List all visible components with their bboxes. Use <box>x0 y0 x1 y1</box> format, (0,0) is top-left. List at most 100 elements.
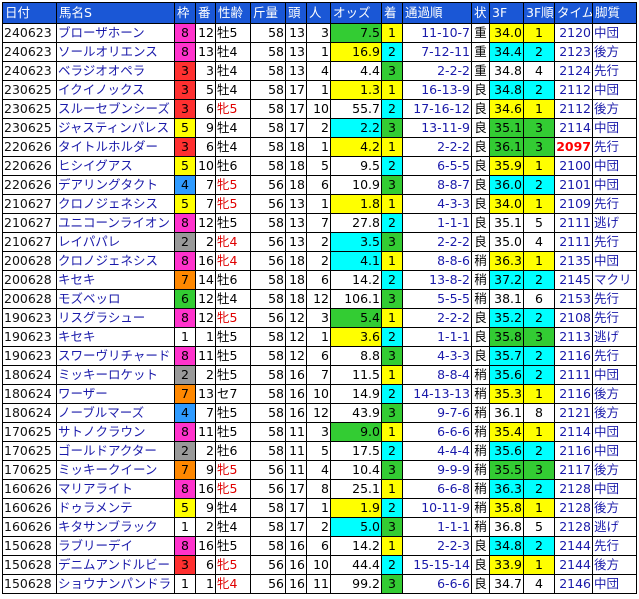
cell-track-condition: 重 <box>471 23 490 43</box>
cell-running-style: 中団 <box>592 365 637 385</box>
cell-finish: 3 <box>381 517 403 537</box>
cell-running-style: 中団 <box>592 80 637 100</box>
header-number: 番 <box>195 2 216 24</box>
cell-running-style: 逃げ <box>592 213 637 233</box>
cell-number: 6 <box>195 137 216 157</box>
cell-odds: 1.9 <box>330 498 382 518</box>
cell-frame: 5 <box>174 118 196 138</box>
cell-heads: 16 <box>285 365 307 385</box>
cell-time: 2097 <box>554 137 593 157</box>
cell-track-condition: 良 <box>471 137 490 157</box>
cell-number: 5 <box>195 80 216 100</box>
cell-weight: 58 <box>250 441 286 461</box>
cell-date: 170625 <box>2 441 57 461</box>
cell-weight: 56 <box>250 194 286 214</box>
cell-last-3f: 35.6 <box>489 441 524 461</box>
cell-odds: 14.2 <box>330 536 382 556</box>
header-popularity: 人 <box>306 2 331 24</box>
cell-time: 2121 <box>554 403 593 423</box>
cell-weight: 58 <box>250 23 286 43</box>
cell-horse-name: ノーブルマーズ <box>56 403 175 423</box>
cell-last-3f-rank: 2 <box>523 441 555 461</box>
cell-finish: 3 <box>381 346 403 366</box>
cell-sex-age: 牡5 <box>215 422 251 442</box>
cell-track-condition: 稍 <box>471 460 490 480</box>
cell-number: 16 <box>195 479 216 499</box>
cell-odds: 1.8 <box>330 194 382 214</box>
cell-horse-name: ドゥラメンテ <box>56 498 175 518</box>
cell-sex-age: 牝4 <box>215 574 251 594</box>
cell-heads: 16 <box>285 384 307 404</box>
cell-date: 190623 <box>2 346 57 366</box>
cell-track-condition: 稍 <box>471 289 490 309</box>
header-sex-age: 性齢 <box>215 2 251 24</box>
cell-heads: 13 <box>285 213 307 233</box>
cell-last-3f: 33.9 <box>489 555 524 575</box>
cell-passing-order: 11-10-7 <box>402 23 472 43</box>
cell-passing-order: 8-8-7 <box>402 175 472 195</box>
cell-horse-name: モズベッロ <box>56 289 175 309</box>
cell-frame: 4 <box>174 175 196 195</box>
cell-number: 12 <box>195 23 216 43</box>
table-row: 170625 ゴールドアクター 2 2 牡6 58 11 5 17.5 2 4-4-4 稍 35.6 2 2… <box>2 441 637 461</box>
cell-weight: 56 <box>250 251 286 271</box>
cell-passing-order: 8-8-6 <box>402 251 472 271</box>
cell-last-3f-rank: 1 <box>523 555 555 575</box>
cell-finish: 2 <box>381 156 403 176</box>
cell-passing-order: 14-13-13 <box>402 384 472 404</box>
cell-time: 2101 <box>554 175 593 195</box>
cell-last-3f-rank: 1 <box>523 156 555 176</box>
cell-finish: 3 <box>381 175 403 195</box>
cell-number: 13 <box>195 384 216 404</box>
cell-passing-order: 5-5-5 <box>402 289 472 309</box>
cell-weight: 58 <box>250 346 286 366</box>
cell-sex-age: 牝5 <box>215 308 251 328</box>
cell-last-3f: 34.7 <box>489 574 524 594</box>
cell-heads: 13 <box>285 42 307 62</box>
cell-time: 2123 <box>554 42 593 62</box>
cell-popularity: 7 <box>306 365 331 385</box>
cell-track-condition: 良 <box>471 536 490 556</box>
cell-heads: 13 <box>285 23 307 43</box>
cell-horse-name: キタサンブラック <box>56 517 175 537</box>
cell-last-3f: 35.9 <box>489 156 524 176</box>
cell-number: 12 <box>195 308 216 328</box>
cell-passing-order: 6-6-8 <box>402 479 472 499</box>
cell-date: 200628 <box>2 270 57 290</box>
cell-frame: 8 <box>174 422 196 442</box>
cell-heads: 11 <box>285 441 307 461</box>
cell-horse-name: デニムアンドルビー <box>56 555 175 575</box>
cell-sex-age: 牡5 <box>215 365 251 385</box>
cell-number: 6 <box>195 99 216 119</box>
cell-number: 13 <box>195 42 216 62</box>
cell-track-condition: 良 <box>471 574 490 594</box>
cell-sex-age: セ7 <box>215 384 251 404</box>
cell-heads: 16 <box>285 536 307 556</box>
cell-popularity: 10 <box>306 384 331 404</box>
cell-weight: 56 <box>250 232 286 252</box>
cell-last-3f-rank: 2 <box>523 270 555 290</box>
cell-number: 2 <box>195 365 216 385</box>
cell-horse-name: ミッキーロケット <box>56 365 175 385</box>
table-row: 170625 サトノクラウン 8 11 牡5 58 11 3 9.0 1 6-6-6 稍 35.4 1 21… <box>2 422 637 442</box>
cell-weight: 58 <box>250 422 286 442</box>
cell-weight: 58 <box>250 137 286 157</box>
cell-finish: 1 <box>381 137 403 157</box>
cell-date: 190623 <box>2 308 57 328</box>
cell-frame: 5 <box>174 156 196 176</box>
cell-passing-order: 13-11-9 <box>402 118 472 138</box>
cell-finish: 1 <box>381 308 403 328</box>
cell-odds: 55.7 <box>330 99 382 119</box>
cell-last-3f-rank: 1 <box>523 251 555 271</box>
cell-time: 2153 <box>554 289 593 309</box>
cell-date: 220626 <box>2 137 57 157</box>
cell-number: 12 <box>195 213 216 233</box>
cell-odds: 17.5 <box>330 441 382 461</box>
cell-date: 150628 <box>2 574 57 594</box>
cell-weight: 58 <box>250 80 286 100</box>
cell-track-condition: 良 <box>471 346 490 366</box>
cell-frame: 5 <box>174 194 196 214</box>
cell-track-condition: 良 <box>471 232 490 252</box>
cell-track-condition: 稍 <box>471 479 490 499</box>
cell-horse-name: ベラジオオペラ <box>56 61 175 81</box>
